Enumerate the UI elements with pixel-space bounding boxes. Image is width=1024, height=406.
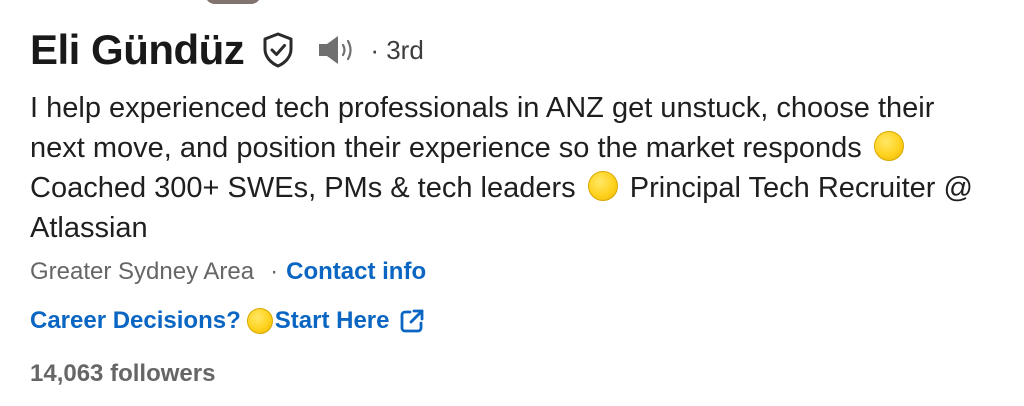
yellow-circle-emoji-icon bbox=[873, 131, 904, 161]
contact-info-link[interactable]: Contact info bbox=[286, 258, 426, 286]
followers-count[interactable]: 14,063 followers bbox=[30, 360, 215, 388]
profile-name: Eli Gündüz bbox=[30, 26, 245, 73]
separator-dot: · bbox=[270, 258, 279, 285]
verified-shield-icon[interactable] bbox=[260, 32, 296, 68]
website-label-before: Career Decisions? bbox=[30, 307, 241, 334]
website-label-after: Start Here bbox=[274, 307, 390, 334]
headline-text-2: Coached 300+ SWEs, PMs & tech leaders bbox=[30, 172, 576, 204]
speaker-icon[interactable] bbox=[316, 33, 358, 67]
connection-degree: · 3rd bbox=[370, 34, 424, 65]
headline-text-1: I help experienced tech professionals in… bbox=[30, 92, 935, 164]
avatar[interactable] bbox=[205, 0, 261, 4]
name-row: Eli Gündüz · 3rd bbox=[30, 24, 424, 76]
external-link-icon bbox=[399, 308, 425, 334]
location-row: Greater Sydney Area · Contact info bbox=[30, 258, 426, 286]
profile-headline: I help experienced tech professionals in… bbox=[30, 88, 990, 248]
yellow-circle-emoji-icon bbox=[587, 171, 618, 201]
yellow-circle-emoji-icon bbox=[246, 308, 273, 334]
website-link[interactable]: Career Decisions? Start Here bbox=[30, 307, 425, 335]
location: Greater Sydney Area bbox=[30, 258, 255, 285]
